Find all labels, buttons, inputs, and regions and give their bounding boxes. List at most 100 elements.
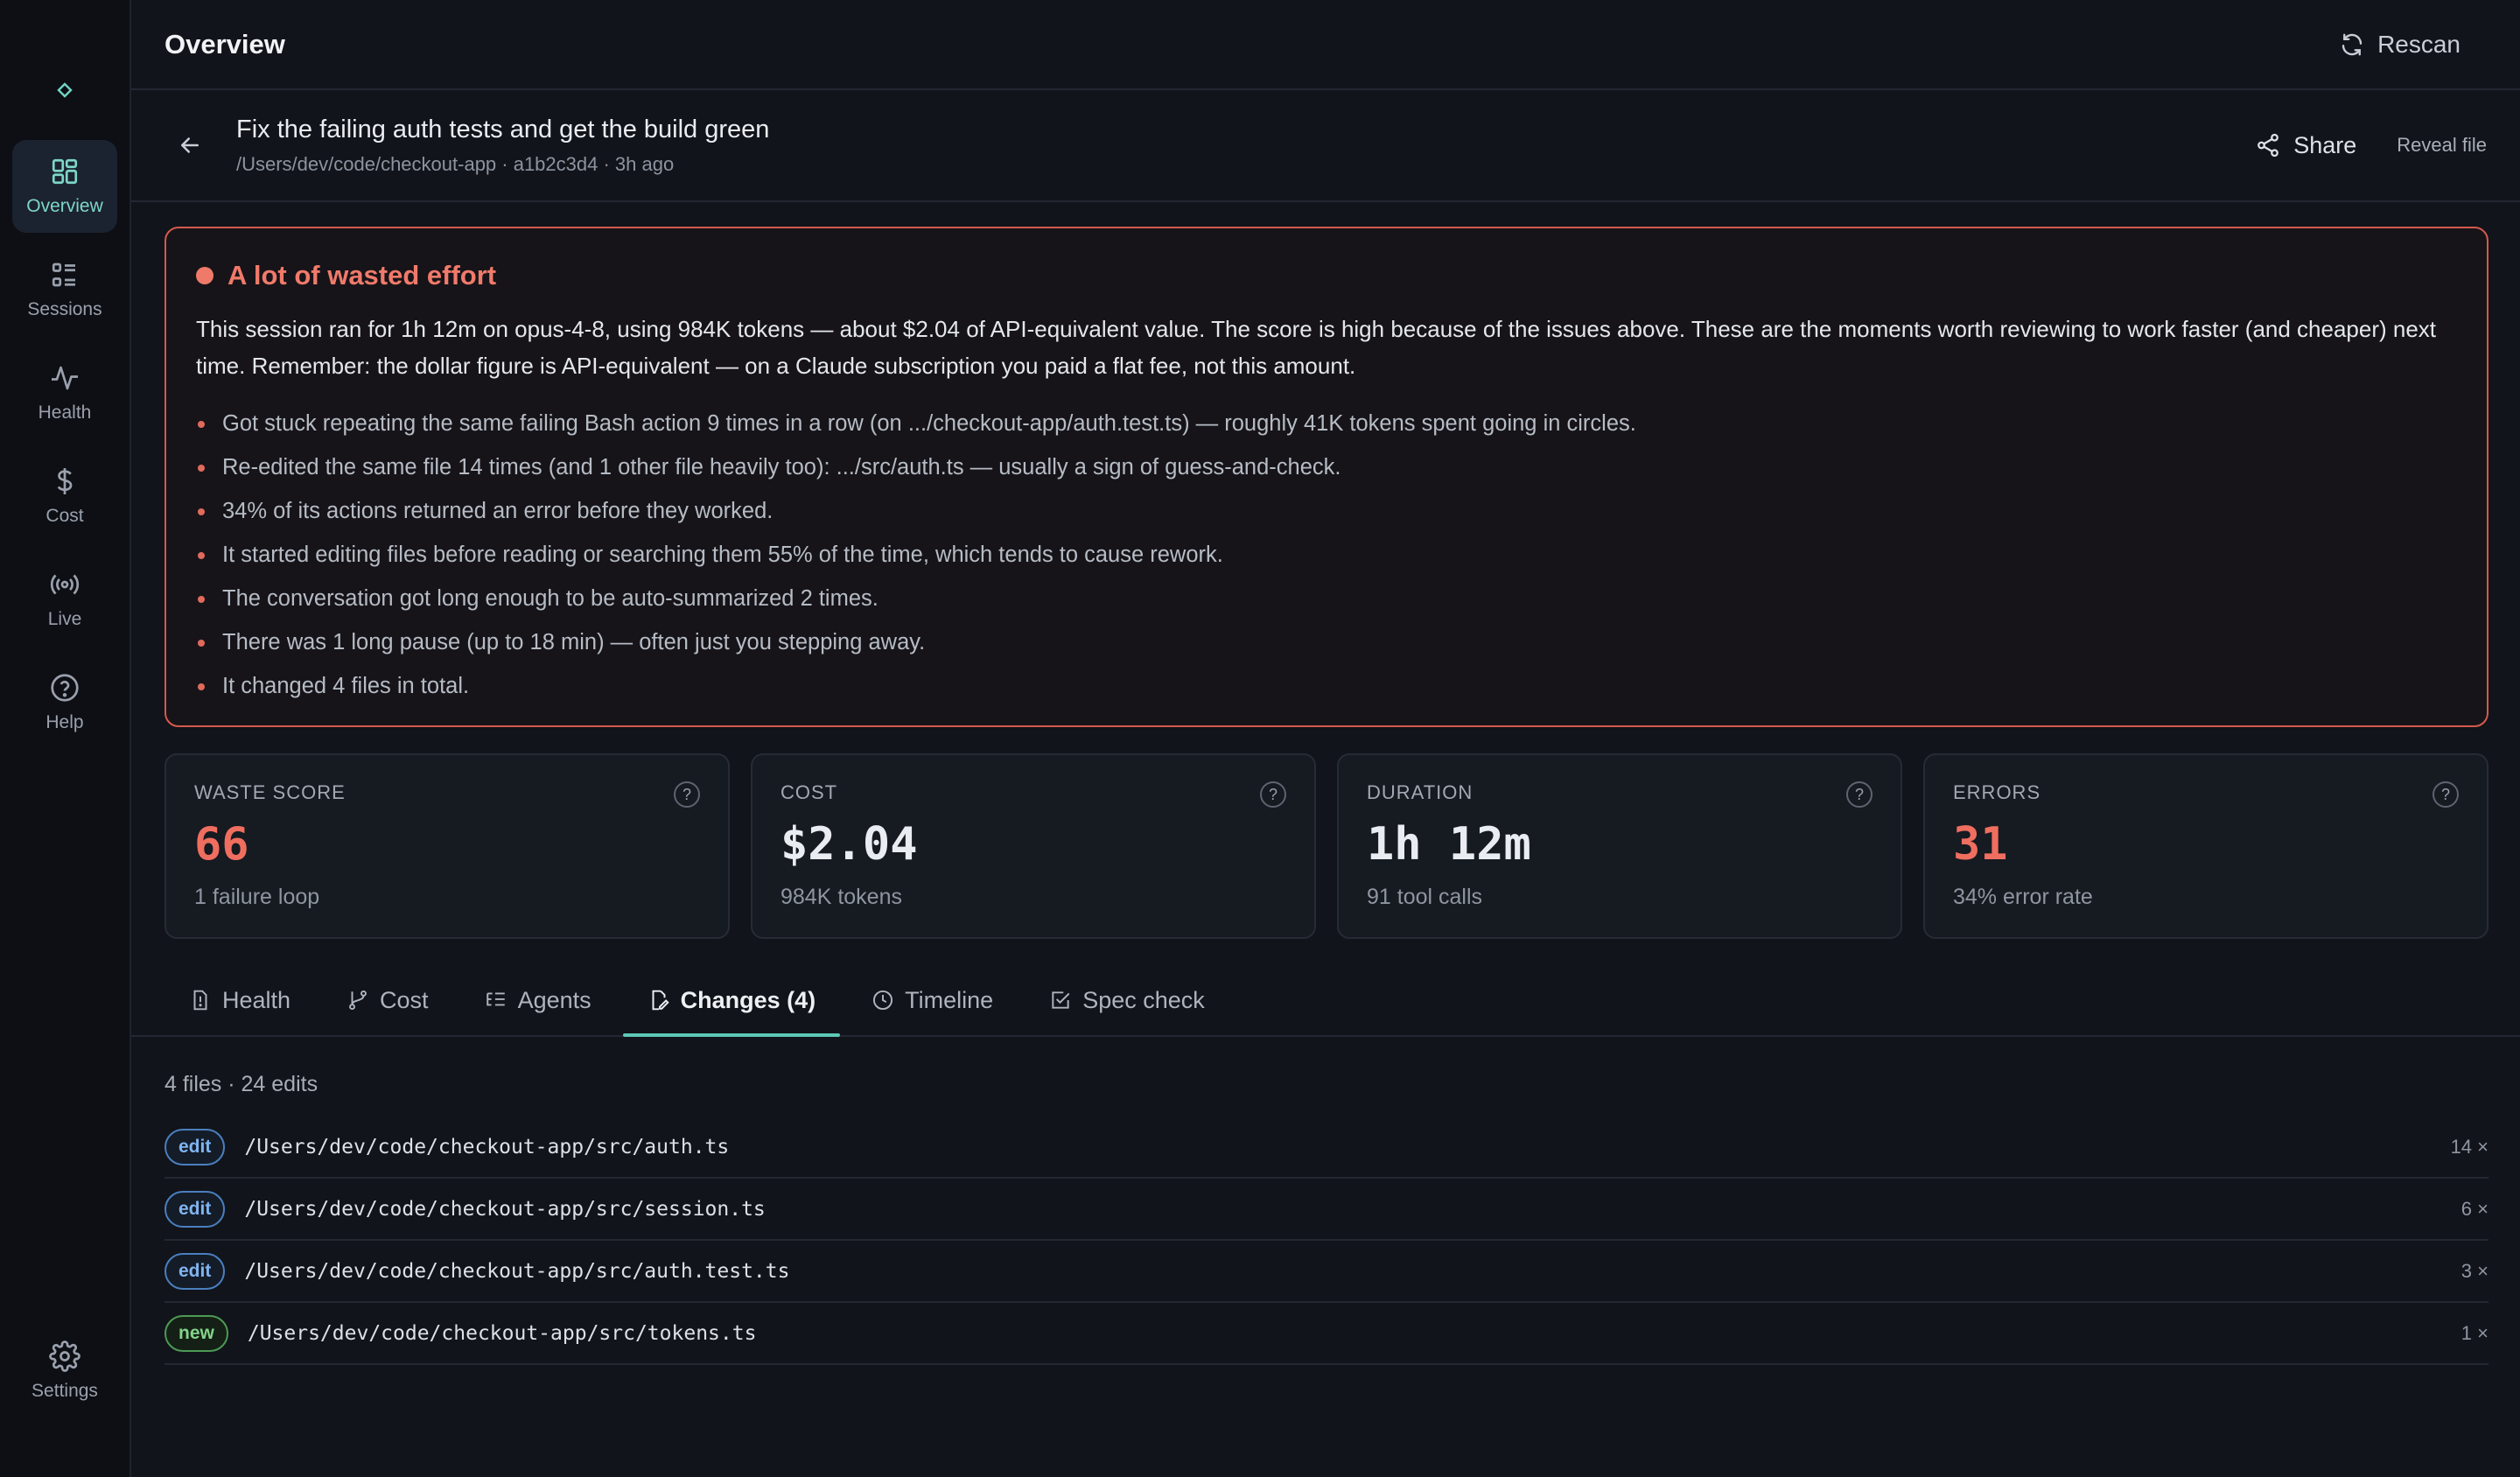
tab-label: Timeline — [905, 986, 994, 1013]
session-info: Fix the failing auth tests and get the b… — [236, 116, 2255, 176]
broadcast-icon — [50, 574, 80, 595]
waste-score-card: WASTE SCORE ? 66 1 failure loop — [164, 753, 730, 939]
sidebar-item-label: Sessions — [27, 299, 102, 319]
help-icon[interactable]: ? — [1260, 781, 1286, 808]
sidebar-nav: Overview Sessions Health Cost Live Help — [12, 140, 117, 760]
table-row[interactable]: edit /Users/dev/code/checkout-app/src/au… — [164, 1241, 2488, 1303]
card-value: $2.04 — [780, 818, 918, 871]
list-item: It changed 4 files in total. — [196, 664, 2459, 708]
tab-spec-check[interactable]: Spec check — [1046, 965, 1208, 1035]
sidebar-item-help[interactable]: Help — [12, 656, 117, 749]
sidebar: Overview Sessions Health Cost Live Help — [0, 0, 131, 1477]
sidebar-item-health[interactable]: Health — [12, 346, 117, 439]
session-meta: /Users/dev/code/checkout-app · a1b2c3d4 … — [236, 152, 675, 175]
back-button[interactable] — [168, 123, 212, 167]
branch-icon — [349, 990, 368, 1011]
alert-bullets: Got stuck repeating the same failing Bas… — [196, 402, 2459, 708]
table-row[interactable]: edit /Users/dev/code/checkout-app/src/se… — [164, 1179, 2488, 1241]
pulse-icon — [52, 366, 78, 390]
session-header: Fix the failing auth tests and get the b… — [131, 90, 2520, 202]
file-path: /Users/dev/code/checkout-app/src/auth.ts — [244, 1135, 730, 1158]
table-row[interactable]: new /Users/dev/code/checkout-app/src/tok… — [164, 1303, 2488, 1365]
card-sub: 984K tokens — [780, 885, 902, 909]
help-icon[interactable]: ? — [2432, 781, 2459, 808]
sidebar-item-overview[interactable]: Overview — [12, 140, 117, 233]
tab-label: Cost — [380, 986, 429, 1013]
tree-list-icon — [486, 992, 505, 1006]
check-square-icon — [1052, 991, 1070, 1009]
sidebar-item-label: Cost — [46, 506, 84, 526]
sidebar-item-label: Overview — [26, 196, 103, 216]
sidebar-item-label: Settings — [32, 1381, 98, 1401]
tab-label: Health — [222, 986, 291, 1013]
card-value: 66 — [194, 818, 249, 871]
card-label: ERRORS — [1953, 781, 2041, 803]
logo-icon — [52, 77, 78, 103]
share-button[interactable]: Share — [2255, 132, 2356, 159]
card-label: WASTE SCORE — [194, 781, 346, 803]
list-item: There was 1 long pause (up to 18 min) — … — [196, 620, 2459, 664]
top-bar: Overview Rescan — [131, 0, 2520, 90]
status-badge: edit — [164, 1190, 226, 1228]
tab-agents[interactable]: Agents — [481, 965, 595, 1035]
alert-dot-icon — [196, 267, 214, 284]
app-window: Overview Sessions Health Cost Live Help — [0, 0, 2520, 1477]
errors-card: ERRORS ? 31 34% error rate — [1923, 753, 2488, 939]
file-path: /Users/dev/code/checkout-app/src/session… — [244, 1197, 766, 1221]
share-label: Share — [2293, 131, 2357, 158]
clock-icon — [873, 990, 893, 1011]
tab-label: Changes (4) — [680, 986, 816, 1013]
stat-cards: WASTE SCORE ? 66 1 failure loop COST ? $… — [164, 753, 2488, 939]
duration-card: DURATION ? 1h 12m 91 tool calls — [1337, 753, 1902, 939]
card-value: 31 — [1953, 818, 2008, 871]
alert-title: A lot of wasted effort — [196, 260, 2459, 291]
arrow-left-icon — [181, 137, 199, 153]
tab-changes[interactable]: Changes (4) — [622, 965, 840, 1037]
table-row[interactable]: edit /Users/dev/code/checkout-app/src/au… — [164, 1116, 2488, 1179]
session-title: Fix the failing auth tests and get the b… — [236, 115, 770, 144]
alert-body: This session ran for 1h 12m on opus-4-8,… — [196, 316, 2437, 379]
file-path: /Users/dev/code/checkout-app/src/auth.te… — [244, 1259, 790, 1283]
sidebar-item-sessions[interactable]: Sessions — [12, 243, 117, 336]
gear-icon — [49, 1340, 80, 1372]
rescan-label: Rescan — [2377, 30, 2460, 58]
list-item: It started editing files before reading … — [196, 533, 2459, 577]
tab-cost[interactable]: Cost — [343, 965, 432, 1035]
page-title: Overview — [164, 28, 285, 60]
dollar-icon — [57, 468, 73, 494]
sidebar-item-label: Live — [47, 609, 82, 629]
status-badge: edit — [164, 1128, 226, 1166]
tab-label: Agents — [517, 986, 592, 1013]
list-item: 34% of its actions returned an error bef… — [196, 489, 2459, 533]
list-item: Re-edited the same file 14 times (and 1 … — [196, 445, 2459, 489]
alert-title-text: A lot of wasted effort — [228, 260, 497, 290]
list-item: The conversation got long enough to be a… — [196, 577, 2459, 620]
main-content: Overview Rescan Fix the failing auth tes… — [131, 0, 2520, 1477]
edit-count: 14 × — [2450, 1135, 2488, 1158]
status-badge: edit — [164, 1252, 226, 1290]
reveal-file-button[interactable]: Reveal file — [2397, 134, 2487, 157]
tab-health[interactable]: Health — [186, 965, 294, 1035]
sidebar-item-cost[interactable]: Cost — [12, 450, 117, 542]
card-value: 1h 12m — [1367, 818, 1531, 871]
status-badge: new — [164, 1314, 228, 1352]
alert-doc-icon — [193, 990, 207, 1011]
file-edit-icon — [652, 990, 669, 1011]
file-path: /Users/dev/code/checkout-app/src/tokens.… — [247, 1321, 757, 1345]
edit-count: 1 × — [2460, 1321, 2488, 1344]
card-label: COST — [780, 781, 838, 803]
sidebar-item-live[interactable]: Live — [12, 553, 117, 646]
tab-bar: Health Cost Agents Changes (4) Timeline … — [131, 967, 2520, 1037]
help-icon[interactable]: ? — [1846, 781, 1872, 808]
card-sub: 34% error rate — [1953, 885, 2093, 909]
tab-timeline[interactable]: Timeline — [868, 965, 997, 1035]
card-sub: 1 failure loop — [194, 885, 320, 909]
rescan-button[interactable]: Rescan — [2339, 31, 2460, 59]
help-icon[interactable]: ? — [674, 781, 700, 808]
card-sub: 91 tool calls — [1367, 885, 1483, 909]
edit-count: 3 × — [2460, 1259, 2488, 1282]
sidebar-item-settings[interactable]: Settings — [12, 1325, 117, 1418]
changes-summary: 4 files · 24 edits — [164, 1072, 318, 1096]
cost-card: COST ? $2.04 984K tokens — [751, 753, 1316, 939]
refresh-icon — [2342, 33, 2362, 55]
